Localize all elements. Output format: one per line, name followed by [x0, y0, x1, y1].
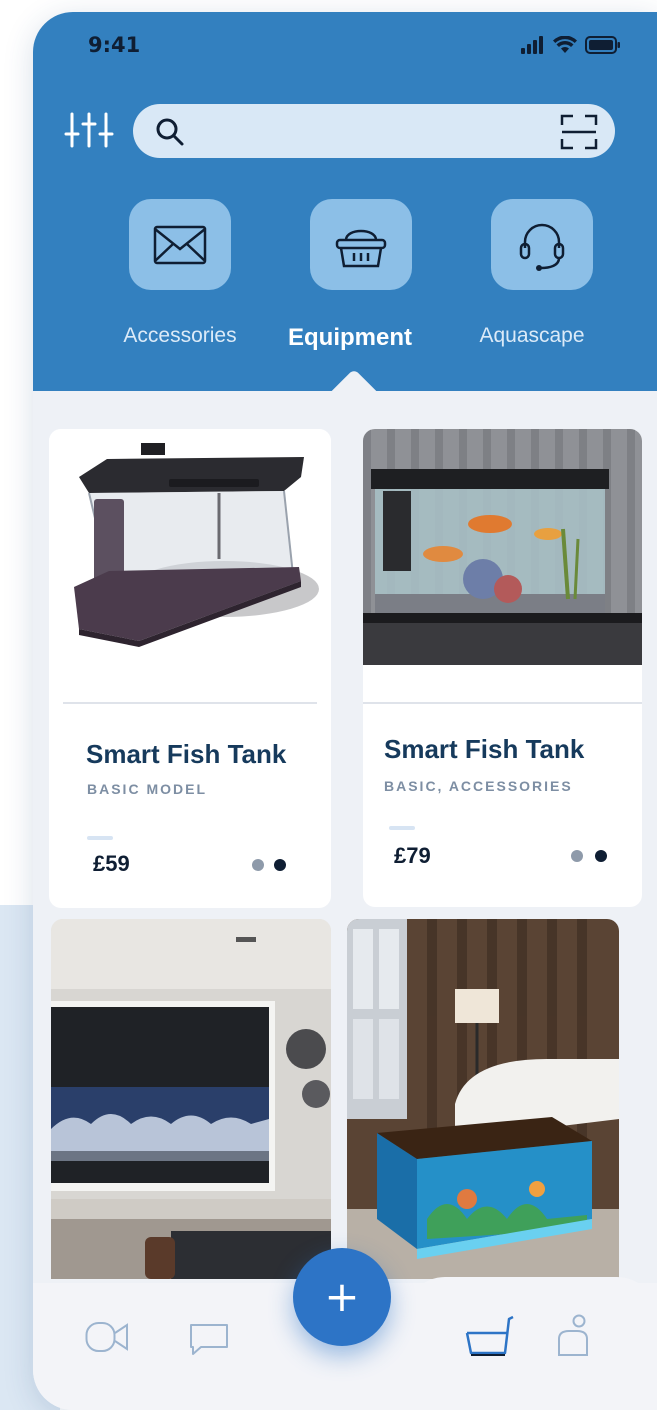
nav-chat-button[interactable]	[187, 1321, 231, 1362]
product-card[interactable]	[51, 919, 331, 1279]
search-input[interactable]	[203, 114, 533, 148]
product-image-fish-tank	[49, 429, 331, 689]
basket-icon	[335, 229, 387, 267]
image-indicator-dot[interactable]	[571, 850, 583, 862]
status-icons	[521, 36, 621, 54]
category-label-accessories: Accessories	[123, 324, 237, 347]
header: 9:41 Accessories Equipment Aquascape	[33, 12, 657, 391]
product-title: Smart Fish Tank	[384, 734, 585, 764]
signal-icon	[521, 36, 543, 54]
product-image-coffee-table-aquarium	[347, 919, 619, 1279]
cart-icon	[465, 1315, 514, 1356]
image-indicator-dot-active[interactable]	[595, 850, 607, 862]
product-price: £79	[394, 843, 431, 868]
search-icon	[156, 118, 184, 146]
category-equipment-button[interactable]	[310, 199, 412, 290]
image-indicator-dot[interactable]	[252, 859, 264, 871]
category-aquascape-button[interactable]	[491, 199, 593, 290]
product-card[interactable]: Smart Fish Tank BASIC MODEL £59	[49, 429, 331, 908]
product-subtitle: BASIC, ACCESSORIES	[384, 778, 573, 794]
category-accessories-button[interactable]	[129, 199, 231, 290]
envelope-icon	[153, 225, 207, 264]
sliders-icon	[64, 112, 114, 148]
nav-profile-button[interactable]	[555, 1313, 591, 1362]
product-card[interactable]: Smart Fish Tank BASIC, ACCESSORIES £79	[363, 429, 642, 907]
scan-icon[interactable]	[559, 113, 599, 151]
nav-video-button[interactable]	[85, 1321, 131, 1358]
category-label-aquascape: Aquascape	[479, 324, 585, 347]
status-time: 9:41	[88, 33, 141, 57]
wifi-icon	[553, 36, 577, 53]
nav-bump	[405, 1277, 657, 1337]
profile-icon	[558, 1314, 588, 1356]
card-divider	[363, 702, 642, 704]
product-subtitle: BASIC MODEL	[87, 781, 207, 797]
card-accent-line	[87, 836, 113, 840]
product-image-fish-tank-room	[363, 429, 642, 665]
category-label-equipment: Equipment	[288, 324, 412, 351]
add-button[interactable]: +	[293, 1248, 391, 1346]
product-image-wall-aquarium	[51, 919, 331, 1279]
image-indicator-dot-active[interactable]	[274, 859, 286, 871]
product-price: £59	[93, 851, 130, 876]
video-icon	[85, 1322, 128, 1352]
plus-icon: +	[324, 1272, 360, 1321]
product-card[interactable]	[347, 919, 619, 1279]
headset-icon	[519, 223, 565, 271]
search-bar	[133, 104, 615, 158]
filter-button[interactable]	[61, 106, 117, 154]
battery-icon	[585, 36, 620, 54]
chat-icon	[190, 1324, 228, 1355]
card-divider	[63, 702, 317, 704]
phone-screen: 9:41 Accessories Equipment Aquascape Sma…	[33, 12, 657, 1410]
product-title: Smart Fish Tank	[86, 739, 287, 769]
card-accent-line	[389, 826, 415, 830]
nav-cart-button[interactable]	[465, 1315, 515, 1364]
